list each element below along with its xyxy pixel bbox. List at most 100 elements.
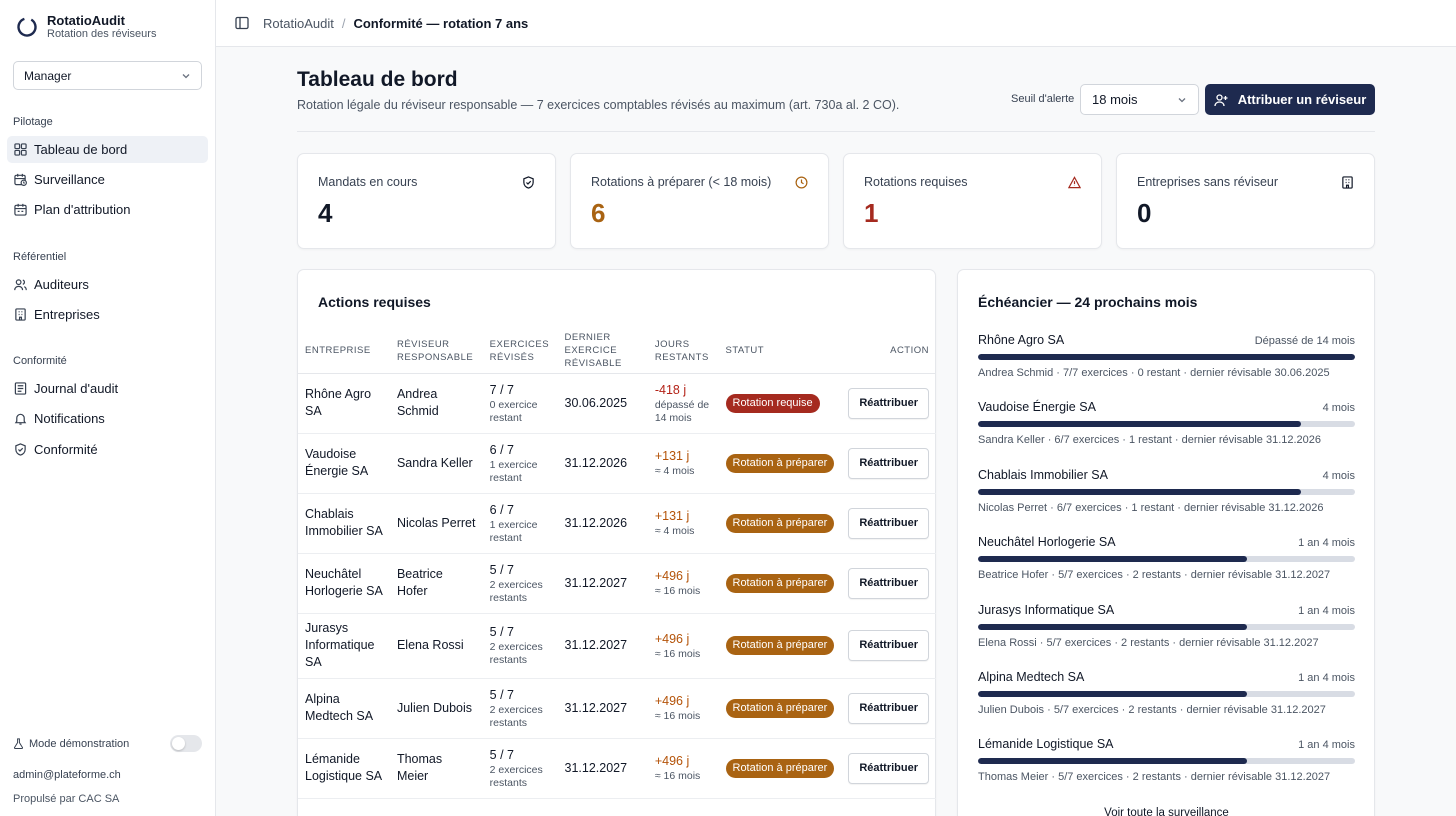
sidebar-item-entreprises[interactable]: Entreprises — [7, 301, 208, 328]
timeline-meta: Sandra Keller · 6/7 exercices · 1 restan… — [978, 434, 1322, 446]
timeline-due: Dépassé de 14 mois — [1254, 335, 1355, 347]
alert-triangle-icon — [1068, 176, 1081, 189]
timeline-company: Chablais Immobilier SA — [978, 468, 1108, 482]
timeline-progress-fill — [978, 691, 1248, 697]
grid-icon — [14, 143, 27, 156]
timeline-progress-bar — [978, 691, 1355, 697]
threshold-label: Seuil d'alerte — [1011, 93, 1075, 105]
topbar: RotatioAudit / Conformité — rotation 7 a… — [216, 0, 1456, 47]
exercises-count: 5 / 7 — [489, 747, 514, 762]
column-header: Exercices révisés — [482, 329, 558, 374]
actions-panel: Actions requises Entreprise Réviseur res… — [297, 269, 936, 816]
reviewer-cell: Beatrice Hofer — [389, 553, 483, 614]
days-remaining: +496 j — [654, 631, 690, 646]
demo-mode-toggle[interactable] — [170, 735, 202, 752]
timeline-item[interactable]: Vaudoise Énergie SA 4 mois Sandra Keller ·… — [978, 400, 1355, 446]
table-row: Vaudoise Énergie SA Sandra Keller 6 / 71 e… — [298, 433, 936, 494]
threshold-select[interactable]: 18 mois — [1080, 84, 1199, 115]
role-select[interactable]: Manager — [13, 61, 202, 90]
sidebar-item-plan[interactable]: Plan d'attribution — [7, 196, 208, 223]
days-remaining: +496 j — [654, 754, 690, 768]
timeline-company: Alpina Medtech SA — [978, 670, 1085, 684]
breadcrumb-root[interactable]: RotatioAudit — [263, 16, 334, 31]
brand[interactable]: RotatioAudit Rotation des réviseurs — [16, 13, 156, 41]
timeline-item[interactable]: Rhône Agro SA Dépassé de 14 mois Andrea Sc… — [978, 333, 1355, 379]
reassign-button[interactable]: Réattribuer — [848, 692, 929, 724]
table-header-row: Entreprise Réviseur responsable Exercice… — [298, 329, 936, 374]
days-cell: +496 j ≈ 16 mois — [647, 553, 719, 614]
timeline-due: 4 mois — [1322, 402, 1355, 414]
last-exercise-cell: 31.12.2027 — [557, 613, 648, 679]
reassign-button[interactable]: Réattribuer — [848, 567, 929, 599]
breadcrumb-separator: / — [341, 15, 346, 31]
reviewer-cell: Sandra Keller — [389, 433, 483, 494]
reassign-button[interactable]: Réattribuer — [848, 447, 929, 479]
sidebar-item-conformite[interactable]: Conformité — [7, 436, 208, 463]
timeline-item[interactable]: Chablais Immobilier SA 4 mois Nicolas Perr… — [978, 468, 1355, 514]
nav-section-pilotage: Pilotage — [13, 116, 53, 128]
status-cell: Rotation à préparer — [718, 493, 842, 554]
company-cell: Neuchâtel Horlogerie SA — [298, 553, 390, 614]
status-badge: Rotation à préparer — [725, 573, 835, 593]
days-note: ≈ 16 mois — [654, 585, 701, 597]
company-cell: Alpina Medtech SA — [298, 678, 390, 739]
shield-check-icon — [15, 443, 26, 456]
sidebar-toggle-icon[interactable] — [235, 16, 249, 30]
timeline-meta: Elena Rossi · 5/7 exercices · 2 restants… — [978, 637, 1319, 649]
nav-section-referentiel: Référentiel — [13, 251, 67, 263]
timeline-item[interactable]: Neuchâtel Horlogerie SA 1 an 4 mois Beatri… — [978, 535, 1355, 581]
timeline-due: 1 an 4 mois — [1298, 537, 1355, 549]
timeline-progress-fill — [978, 354, 1355, 360]
timeline-item[interactable]: Jurasys Informatique SA 1 an 4 mois Elena … — [978, 603, 1355, 649]
timeline-item[interactable]: Alpina Medtech SA 1 an 4 mois Julien Duboi… — [978, 670, 1355, 716]
sidebar-item-label: Plan d'attribution — [34, 202, 131, 217]
sidebar-item-label: Entreprises — [34, 307, 100, 322]
days-remaining: -418 j — [654, 382, 687, 397]
assign-reviewer-label: Attribuer un réviseur — [1237, 92, 1367, 107]
sidebar-item-journal[interactable]: Journal d'audit — [7, 375, 208, 402]
last-exercise-cell: 31.12.2026 — [557, 433, 648, 494]
reassign-button[interactable]: Réattribuer — [848, 387, 929, 419]
status-cell: Rotation requise — [718, 373, 842, 434]
timeline-progress-fill — [978, 489, 1302, 495]
page-title: Tableau de bord — [297, 68, 458, 91]
reviewer-cell: Elena Rossi — [389, 613, 483, 679]
users-icon — [14, 279, 27, 291]
sidebar-item-surveillance[interactable]: Surveillance — [7, 166, 208, 193]
sidebar-item-auditeurs[interactable]: Auditeurs — [7, 271, 208, 298]
reassign-button[interactable]: Réattribuer — [848, 630, 929, 661]
calendar-clock-icon — [14, 173, 27, 186]
stat-value: 0 — [1137, 198, 1152, 228]
last-exercise-cell: 31.12.2027 — [557, 678, 648, 739]
timeline-company: Jurasys Informatique SA — [978, 603, 1115, 617]
stat-card-entreprises-sans-reviseur: Entreprises sans réviseur 0 — [1116, 153, 1375, 249]
timeline-due: 1 an 4 mois — [1298, 739, 1355, 751]
reassign-button[interactable]: Réattribuer — [848, 507, 929, 539]
action-cell: Réattribuer — [841, 738, 936, 799]
list-icon — [14, 382, 27, 395]
sidebar-item-dashboard[interactable]: Tableau de bord — [7, 136, 208, 163]
sidebar-item-notifications[interactable]: Notifications — [7, 405, 208, 432]
building-icon — [15, 308, 26, 321]
days-cell: -418 j dépassé de 14 mois — [647, 373, 719, 434]
nav-section-conformite: Conformité — [13, 355, 67, 367]
days-remaining: +131 j — [654, 509, 690, 523]
column-header: Dernier exercice révisable — [557, 329, 648, 374]
reassign-button[interactable]: Réattribuer — [848, 752, 929, 784]
assign-reviewer-button[interactable]: Attribuer un réviseur — [1205, 84, 1375, 115]
exercises-remaining: 2 exercices restants — [489, 578, 543, 604]
sidebar-item-label: Journal d'audit — [34, 381, 119, 396]
days-note: ≈ 4 mois — [654, 525, 695, 537]
user-email: admin@plateforme.ch — [13, 769, 121, 781]
view-all-surveillance-link[interactable]: Voir toute la surveillance — [958, 807, 1375, 816]
action-cell: Réattribuer — [841, 493, 936, 554]
exercises-remaining: 1 exercice restant — [489, 458, 538, 484]
timeline-progress-bar — [978, 758, 1355, 764]
timeline-item[interactable]: Lémanide Logistique SA 1 an 4 mois Thomas … — [978, 737, 1355, 783]
status-badge: Rotation à préparer — [725, 513, 835, 533]
action-cell: Réattribuer — [841, 678, 936, 739]
status-badge: Rotation à préparer — [725, 453, 835, 473]
reviewer-cell: Nicolas Perret — [389, 493, 483, 554]
timeline-meta: Andrea Schmid · 7/7 exercices · 0 restan… — [978, 367, 1330, 379]
column-header: Entreprise — [298, 329, 390, 374]
